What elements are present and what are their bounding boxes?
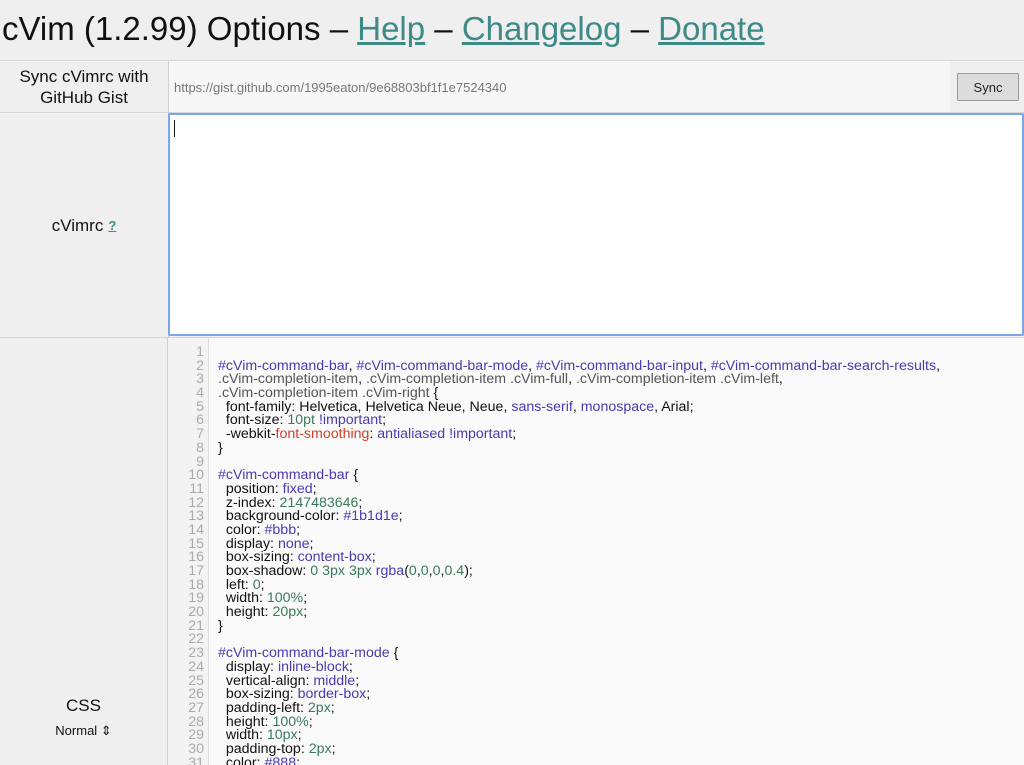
css-editor[interactable]: 1 2 #cVim-command-bar, #cVim-command-bar-m… bbox=[168, 338, 1024, 765]
donate-link[interactable]: Donate bbox=[658, 10, 764, 47]
cvimrc-label-cell: cVimrc ? bbox=[0, 113, 169, 338]
code-text: height: 20px; bbox=[218, 604, 308, 621]
cvimrc-help-link[interactable]: ? bbox=[108, 215, 116, 236]
code-line: 21} bbox=[168, 617, 1024, 634]
code-line: 20 height: 20px; bbox=[168, 604, 1024, 621]
separator: – bbox=[630, 10, 649, 47]
gist-url-input[interactable] bbox=[169, 61, 950, 113]
changelog-link[interactable]: Changelog bbox=[462, 10, 622, 47]
css-code: 1 2 #cVim-command-bar, #cVim-command-bar-m… bbox=[168, 345, 1024, 765]
text-cursor bbox=[174, 120, 175, 137]
cvimrc-textarea[interactable] bbox=[168, 113, 1024, 336]
page-header: cVim (1.2.99) Options – Help – Changelog… bbox=[0, 0, 1024, 60]
sync-button[interactable]: Sync bbox=[957, 73, 1019, 101]
code-line: 7 -webkit-font-smoothing: antialiased !i… bbox=[168, 426, 1024, 443]
sync-label: Sync cVimrc with GitHub Gist bbox=[0, 61, 169, 113]
css-label-cell: CSS Normal ⇕ bbox=[0, 338, 168, 765]
code-line: 17 box-shadow: 0 3px 3px rgba(0,0,0,0.4)… bbox=[168, 564, 1024, 579]
separator: – bbox=[329, 10, 349, 47]
sync-row: Sync cVimrc with GitHub Gist Sync bbox=[0, 60, 1024, 113]
css-row: CSS Normal ⇕ 1 2 #cVim-command-bar, #cVim-… bbox=[0, 337, 1024, 765]
css-label: CSS bbox=[66, 696, 101, 715]
code-text: } bbox=[218, 439, 223, 456]
page-title: cVim (1.2.99) Options bbox=[2, 10, 321, 47]
help-link[interactable]: Help bbox=[357, 10, 425, 47]
code-line: 8} bbox=[168, 439, 1024, 456]
cvimrc-label: cVimrc bbox=[51, 216, 104, 235]
cvimrc-row: cVimrc ? bbox=[0, 112, 1024, 338]
code-text: } bbox=[218, 617, 223, 634]
css-mode-select[interactable]: Normal ⇕ bbox=[55, 720, 111, 741]
code-text: -webkit-font-smoothing: antialiased !imp… bbox=[218, 426, 517, 443]
separator: – bbox=[434, 10, 453, 47]
